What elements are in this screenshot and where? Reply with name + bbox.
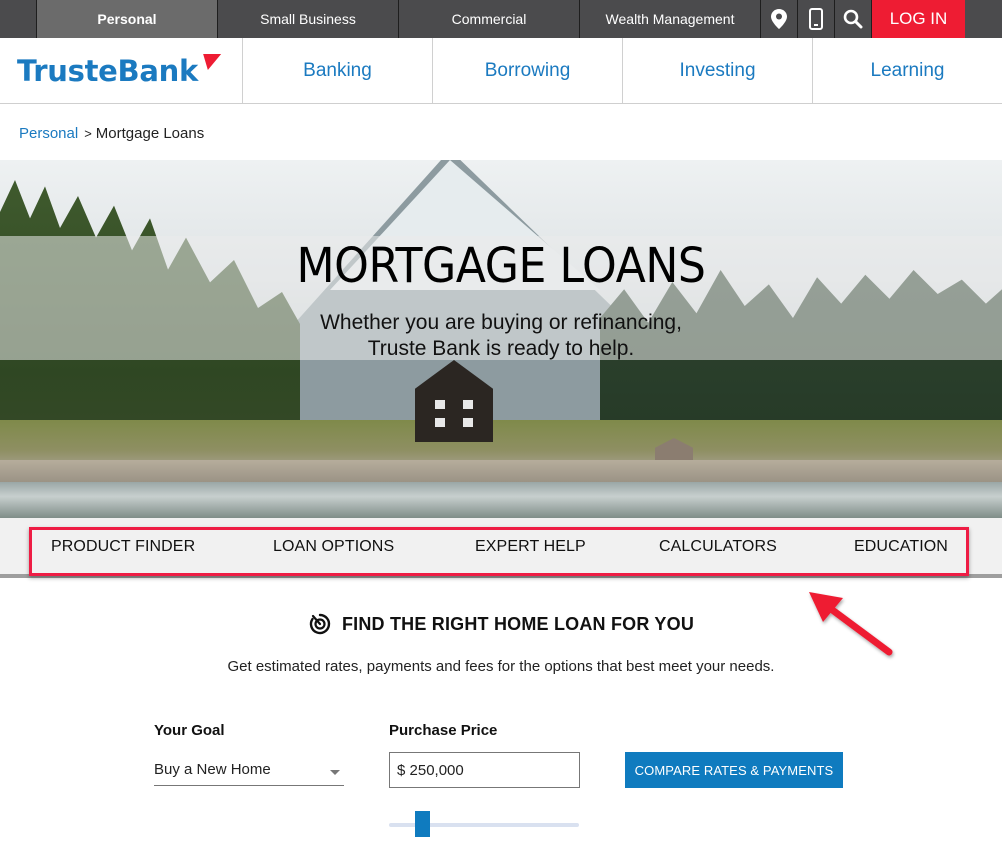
compare-rates-button[interactable]: COMPARE RATES & PAYMENTS bbox=[625, 752, 843, 788]
mortgage-subnav: PRODUCT FINDER LOAN OPTIONS EXPERT HELP … bbox=[0, 518, 1002, 578]
purchase-price-label: Purchase Price bbox=[389, 722, 498, 739]
slider-thumb[interactable] bbox=[415, 811, 430, 837]
breadcrumb-personal-link[interactable]: Personal bbox=[19, 125, 78, 142]
brand-logo-mark-icon bbox=[198, 53, 222, 70]
hero-subtitle-line-2: Truste Bank is ready to help. bbox=[367, 337, 635, 360]
utility-bar-spacer bbox=[0, 0, 37, 38]
segment-wealth-management[interactable]: Wealth Management bbox=[580, 0, 761, 38]
hero-lake bbox=[0, 482, 1002, 518]
search-icon bbox=[843, 9, 863, 29]
purchase-price-input[interactable] bbox=[389, 752, 580, 788]
hero-subtitle-line-1: Whether you are buying or refinancing, bbox=[320, 311, 682, 334]
goal-label: Your Goal bbox=[154, 722, 225, 739]
finder-title: FIND THE RIGHT HOME LOAN FOR YOU bbox=[341, 613, 695, 634]
hero-title: MORTGAGE LOANS bbox=[296, 238, 706, 294]
breadcrumb-current: Mortgage Loans bbox=[95, 125, 205, 142]
finder-heading: FIND THE RIGHT HOME LOAN FOR YOU bbox=[0, 612, 1002, 636]
login-button[interactable]: LOG IN bbox=[872, 0, 965, 38]
subnav-expert-help[interactable]: EXPERT HELP bbox=[475, 538, 586, 556]
nav-item-borrowing[interactable]: Borrowing bbox=[433, 38, 623, 103]
goal-select-value: Buy a New Home bbox=[154, 761, 271, 778]
segment-personal[interactable]: Personal bbox=[37, 0, 218, 38]
location-pin-icon bbox=[771, 9, 787, 29]
brand-logo-text: TrusteBank bbox=[17, 53, 198, 88]
chevron-down-icon bbox=[330, 770, 340, 775]
breadcrumb: Personal > Mortgage Loans bbox=[19, 125, 204, 142]
hero-banner: MORTGAGE LOANS Whether you are buying or… bbox=[0, 160, 1002, 518]
locations-button[interactable] bbox=[761, 0, 798, 38]
mobile-phone-icon bbox=[809, 8, 823, 30]
nav-item-learning[interactable]: Learning bbox=[813, 38, 1002, 103]
nav-item-investing[interactable]: Investing bbox=[623, 38, 813, 103]
mobile-app-button[interactable] bbox=[798, 0, 835, 38]
main-navigation: TrusteBank Banking Borrowing Investing L… bbox=[0, 38, 1002, 104]
purchase-price-slider[interactable] bbox=[389, 811, 579, 839]
segment-commercial[interactable]: Commercial bbox=[399, 0, 580, 38]
subnav-product-finder[interactable]: PRODUCT FINDER bbox=[51, 538, 195, 556]
subnav-calculators[interactable]: CALCULATORS bbox=[659, 538, 777, 556]
utility-bar: Personal Small Business Commercial Wealt… bbox=[0, 0, 1002, 38]
target-clock-icon bbox=[309, 613, 331, 635]
hero-shore bbox=[0, 460, 1002, 482]
goal-select[interactable]: Buy a New Home bbox=[154, 756, 344, 786]
segment-small-business[interactable]: Small Business bbox=[218, 0, 399, 38]
hero-subtitle: Whether you are buying or refinancing, T… bbox=[0, 310, 1002, 362]
search-button[interactable] bbox=[835, 0, 872, 38]
subnav-loan-options[interactable]: LOAN OPTIONS bbox=[273, 538, 394, 556]
finder-description: Get estimated rates, payments and fees f… bbox=[227, 658, 775, 675]
nav-item-banking[interactable]: Banking bbox=[243, 38, 433, 103]
brand-logo[interactable]: TrusteBank bbox=[0, 38, 243, 103]
subnav-education[interactable]: EDUCATION bbox=[854, 538, 948, 556]
breadcrumb-separator: > bbox=[84, 126, 92, 141]
